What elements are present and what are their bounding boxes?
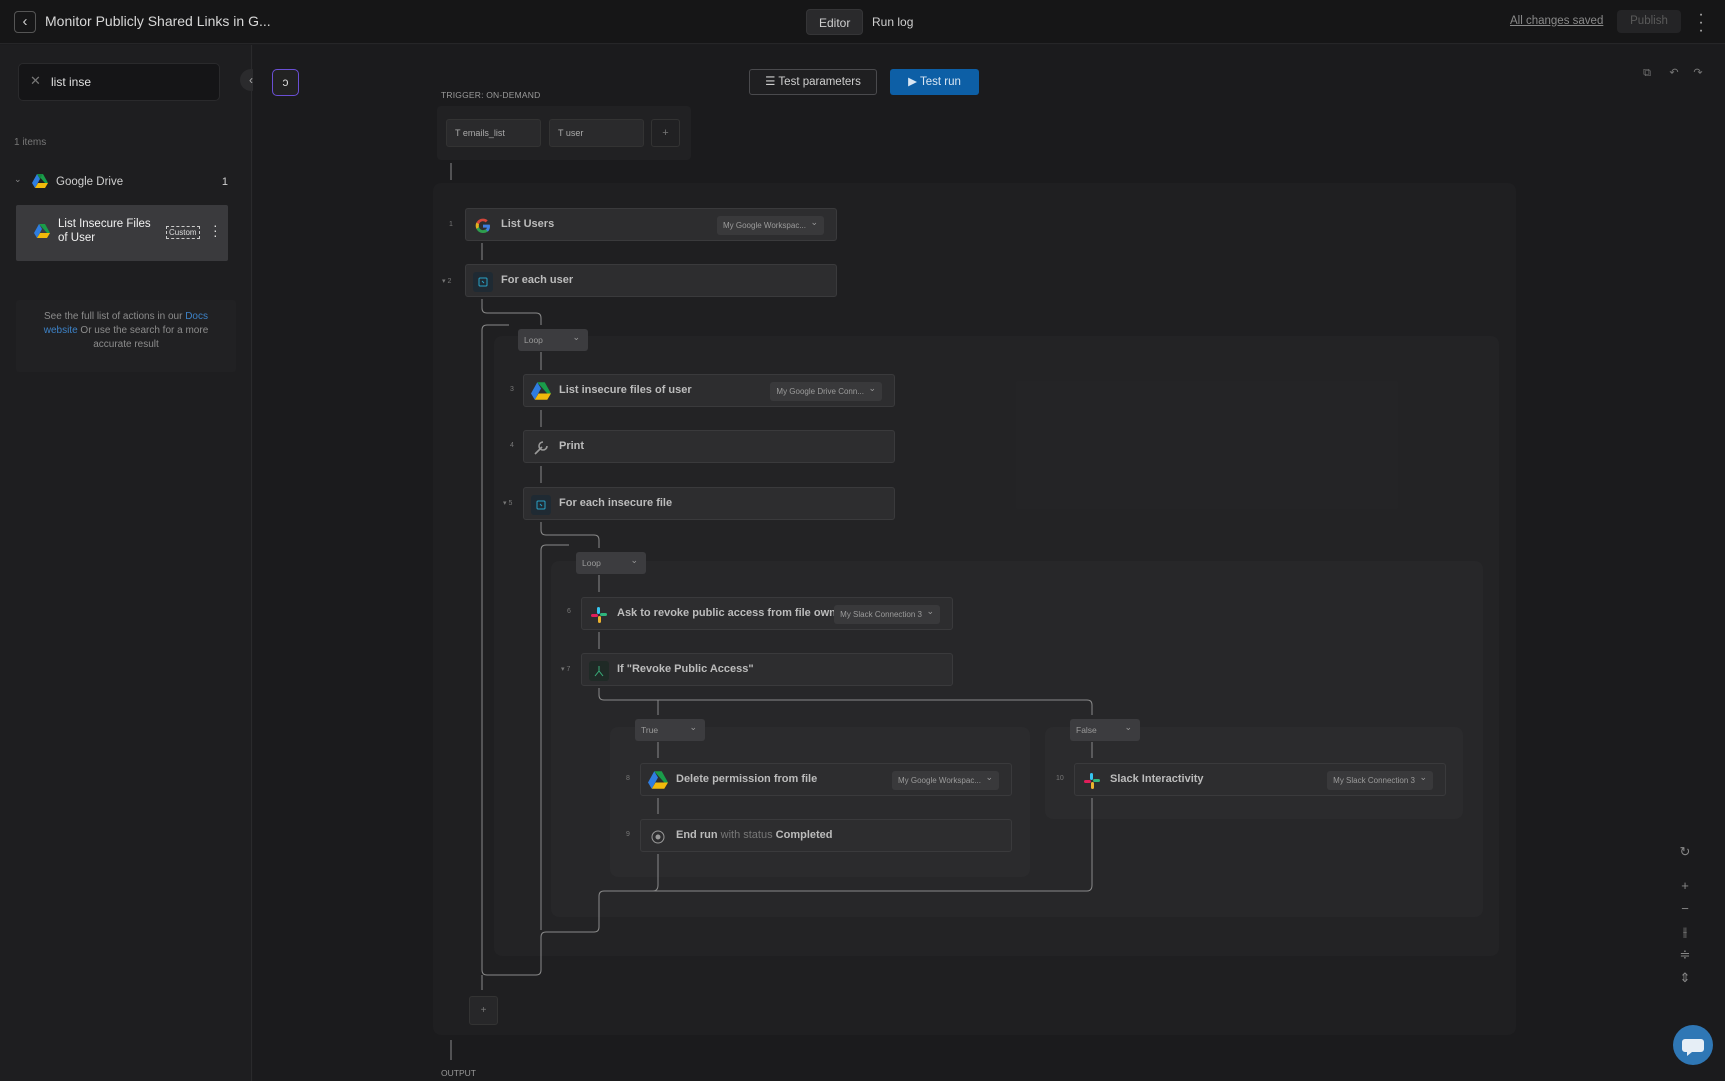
trigger-label: TRIGGER: ON-DEMAND xyxy=(441,90,541,100)
node-print[interactable]: Print xyxy=(523,430,895,463)
node-index: 3 xyxy=(510,386,514,393)
google-drive-icon xyxy=(648,771,668,791)
node-if-revoke[interactable]: If "Revoke Public Access" xyxy=(581,653,953,686)
branch-icon xyxy=(589,661,609,681)
node-label: If "Revoke Public Access" xyxy=(617,663,754,675)
node-slack-interactivity[interactable]: Slack Interactivity My Slack Connection … xyxy=(1074,763,1446,796)
collapse-toggle[interactable]: ▾ 5 xyxy=(503,499,512,507)
chat-support-button[interactable] xyxy=(1673,1025,1713,1065)
node-label: Delete permission from file xyxy=(676,773,818,785)
workflow-edges xyxy=(450,163,1093,1060)
fit-vertical-icon[interactable]: ≑ xyxy=(1674,944,1696,966)
wrench-icon xyxy=(531,438,551,458)
connection-select[interactable]: My Google Workspac... xyxy=(717,213,824,235)
google-icon xyxy=(473,216,493,236)
node-list-insecure-files[interactable]: List insecure files of user My Google Dr… xyxy=(523,374,895,407)
node-ask-to-revoke[interactable]: Ask to revoke public access from file ow… xyxy=(581,597,953,630)
node-index: 9 xyxy=(626,831,630,838)
node-label: Print xyxy=(559,440,585,452)
connection-select[interactable]: My Slack Connection 3 xyxy=(834,602,940,624)
param-emails-list[interactable]: T emails_list xyxy=(446,119,541,147)
zoom-in-icon[interactable]: + xyxy=(1674,875,1696,897)
connection-select[interactable]: My Slack Connection 3 xyxy=(1327,768,1433,790)
chat-bubble-icon xyxy=(1682,1039,1704,1056)
node-index: 4 xyxy=(510,442,514,449)
node-label: Ask to revoke public access from file ow… xyxy=(617,607,847,619)
node-label: For each user xyxy=(501,274,574,286)
add-step-button[interactable]: + xyxy=(469,996,498,1025)
google-drive-icon xyxy=(531,382,551,402)
collapse-toggle[interactable]: ▾ 7 xyxy=(561,665,570,673)
collapse-toggle[interactable]: ▾ 2 xyxy=(442,277,451,285)
true-branch-select[interactable]: True xyxy=(635,716,705,741)
text-type-icon: T xyxy=(558,128,566,138)
text-type-icon: T xyxy=(455,128,463,138)
node-for-each-user[interactable]: For each user xyxy=(465,264,837,297)
node-delete-permission[interactable]: Delete permission from file My Google Wo… xyxy=(640,763,1012,796)
node-list-users[interactable]: List Users My Google Workspac... xyxy=(465,208,837,241)
loop-select[interactable]: Loop xyxy=(576,549,646,574)
node-label: For each insecure file xyxy=(559,497,673,509)
fit-horizontal-icon[interactable]: ⫲ xyxy=(1674,921,1696,943)
node-index: 6 xyxy=(567,608,571,615)
node-for-each-insecure-file[interactable]: For each insecure file xyxy=(523,487,895,520)
reset-view-icon[interactable]: ↻ xyxy=(1674,841,1696,863)
node-end-run[interactable]: End run with status Completed xyxy=(640,819,1012,852)
node-label: End run with status Completed xyxy=(676,829,833,841)
node-label: List Users xyxy=(501,218,555,230)
connection-select[interactable]: My Google Drive Conn... xyxy=(770,379,882,401)
slack-icon xyxy=(1082,771,1102,791)
loop-icon xyxy=(531,495,551,515)
node-index: 10 xyxy=(1056,775,1064,782)
false-branch-select[interactable]: False xyxy=(1070,716,1140,741)
loop-icon xyxy=(473,272,493,292)
expand-collapse-icon[interactable]: ⇕ xyxy=(1674,967,1696,989)
param-user[interactable]: T user xyxy=(549,119,644,147)
stop-icon xyxy=(648,827,668,847)
output-label: OUTPUT xyxy=(441,1068,476,1078)
node-label: List insecure files of user xyxy=(559,384,692,396)
loop-select[interactable]: Loop xyxy=(518,326,588,351)
add-param-button[interactable]: + xyxy=(651,119,680,147)
zoom-out-icon[interactable]: − xyxy=(1674,898,1696,920)
connection-select[interactable]: My Google Workspac... xyxy=(892,768,999,790)
node-index: 1 xyxy=(449,221,453,228)
slack-icon xyxy=(589,605,609,625)
node-index: 8 xyxy=(626,775,630,782)
node-label: Slack Interactivity xyxy=(1110,773,1204,785)
